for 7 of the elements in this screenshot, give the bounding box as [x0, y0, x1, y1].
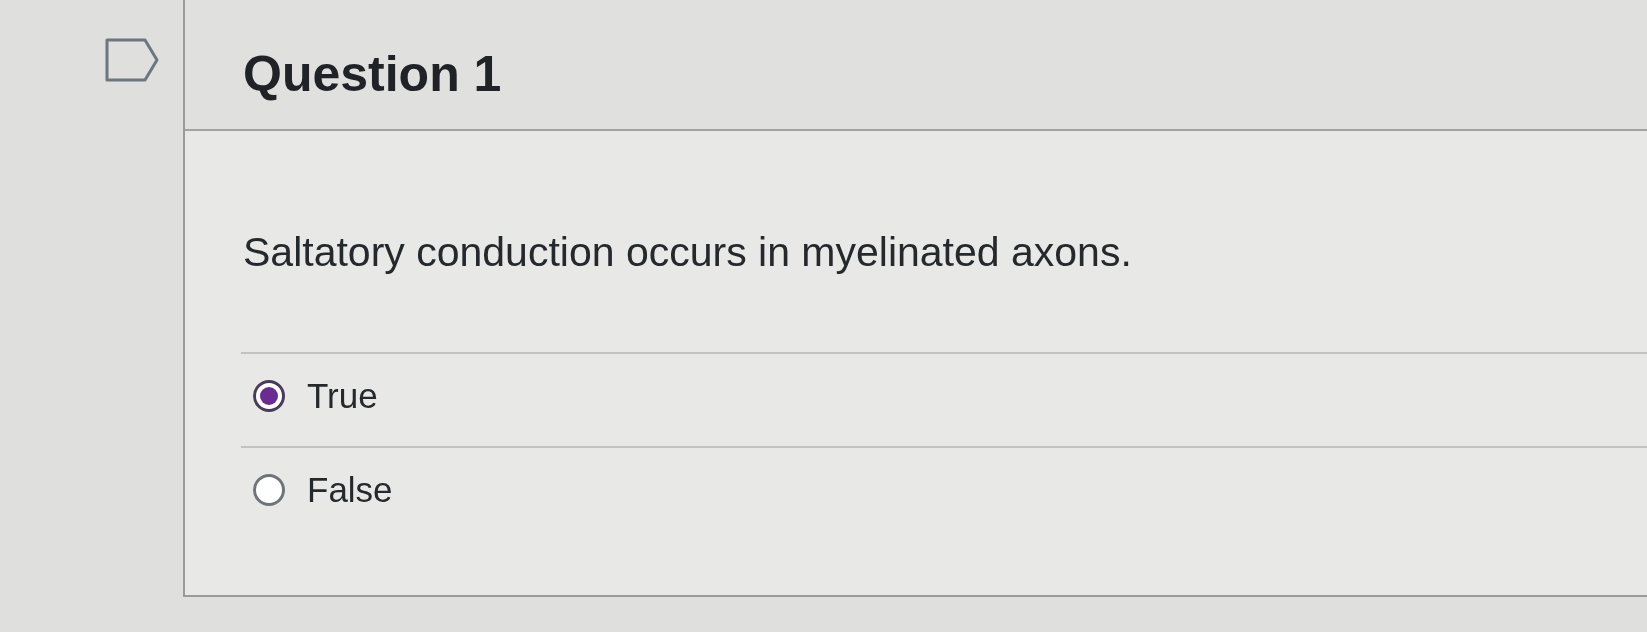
- radio-button[interactable]: [253, 380, 285, 412]
- question-title: Question 1: [243, 46, 502, 102]
- answer-label[interactable]: True: [307, 376, 378, 416]
- answer-label[interactable]: False: [307, 470, 393, 510]
- flag-icon[interactable]: [105, 38, 159, 82]
- question-text: Saltatory conduction occurs in myelinated axons.: [243, 229, 1132, 275]
- radio-button[interactable]: [253, 474, 285, 506]
